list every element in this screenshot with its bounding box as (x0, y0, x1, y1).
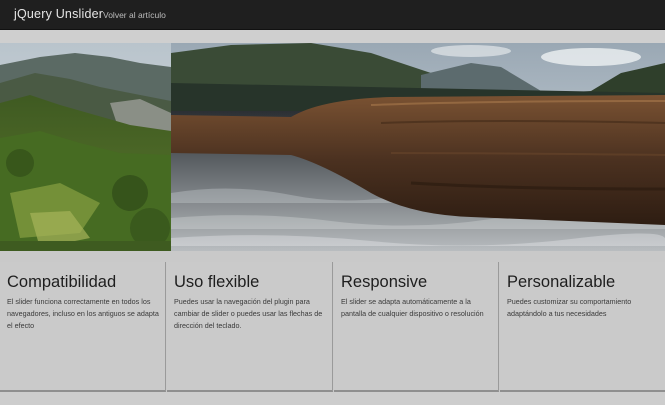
back-to-article-link[interactable]: Volver al artículo (103, 10, 166, 20)
valley-landscape-image (0, 43, 171, 251)
feature-text: El slider se adapta automáticamente a la… (341, 297, 484, 318)
slide-previous-image (0, 43, 171, 251)
image-slider[interactable] (0, 43, 665, 251)
feature-card-compatibilidad: Compatibilidad El slider funciona correc… (0, 262, 166, 392)
feature-card-personalizable: Personalizable Puedes customizar su comp… (500, 262, 665, 392)
feature-text: Puedes customizar su comportamiento adap… (507, 297, 632, 318)
feature-text: Puedes usar la navegación del plugin par… (174, 297, 323, 330)
slide-current-image (171, 43, 665, 251)
header-spacer (0, 30, 665, 43)
feature-text: El slider funciona correctamente en todo… (7, 297, 159, 330)
feature-card-uso-flexible: Uso flexible Puedes usar la navegación d… (167, 262, 333, 392)
brand-title[interactable]: jQuery Unslider (14, 7, 103, 21)
page-footer-strip (0, 392, 665, 405)
top-navbar: jQuery Unslider Volver al artículo (0, 0, 665, 30)
feature-card-responsive: Responsive El slider se adapta automátic… (334, 262, 499, 392)
feature-title: Personalizable (507, 273, 616, 291)
feature-title: Uso flexible (174, 273, 260, 291)
feature-title: Responsive (341, 273, 428, 291)
feature-title: Compatibilidad (7, 273, 117, 291)
features-section: Compatibilidad El slider funciona correc… (0, 262, 665, 392)
paddle-on-lake-image (171, 43, 665, 251)
